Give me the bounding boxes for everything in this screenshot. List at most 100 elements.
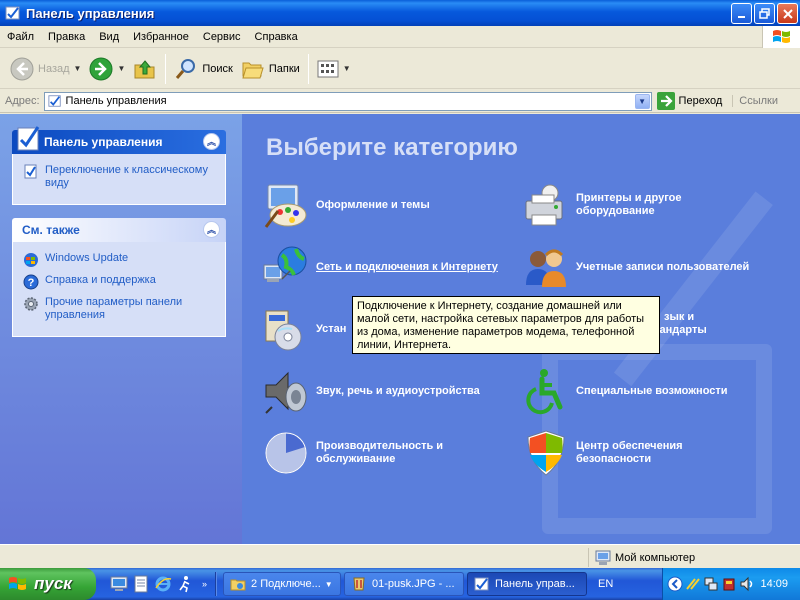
quick-launch-more-icon[interactable]: » (202, 579, 207, 589)
printer-icon (525, 184, 563, 226)
task-pane: Панель управления ︽ Переключение к класс… (0, 114, 242, 544)
task-label: 2 Подключе... (251, 578, 321, 590)
start-button[interactable]: пуск (0, 568, 96, 600)
back-button[interactable]: Назад ▼ (6, 52, 85, 86)
category-user-accounts[interactable]: Учетные записи пользователей (522, 243, 776, 291)
windows-flag-icon (9, 577, 26, 590)
sidebar-item-other-options[interactable]: Прочие параметры панели управления (23, 296, 217, 322)
page-title: Выберите категорию (266, 134, 518, 161)
menu-favorites[interactable]: Избранное (126, 27, 196, 47)
gear-icon (24, 297, 38, 311)
search-label: Поиск (202, 62, 233, 75)
run-icon[interactable] (176, 575, 194, 593)
menu-tools[interactable]: Сервис (196, 27, 248, 47)
task-network-connections[interactable]: 2 Подключе... ▼ (223, 572, 342, 596)
category-performance-maintenance[interactable]: Производительность и обслуживание (262, 429, 506, 477)
sidebar-item-windows-update[interactable]: Windows Update (23, 252, 217, 268)
sidebar-item-help[interactable]: ? Справка и поддержка (23, 274, 217, 290)
control-panel-section-title: Панель управления (44, 135, 163, 149)
chevron-up-icon: ︽ (206, 137, 216, 147)
see-also-section-header[interactable]: См. также ︽ (12, 218, 226, 242)
network-tray-icon[interactable] (685, 576, 701, 592)
accessibility-icon (526, 369, 563, 415)
control-panel-section: Панель управления ︽ Переключение к класс… (12, 126, 226, 205)
collapse-button[interactable]: ︽ (203, 221, 220, 238)
go-label: Переход (678, 95, 723, 107)
control-panel-icon (474, 577, 489, 591)
back-dropdown-icon[interactable]: ▼ (74, 64, 82, 73)
go-button[interactable]: Переход (656, 92, 723, 110)
user-accounts-icon (526, 249, 566, 287)
connection-tray-icon[interactable] (703, 576, 719, 592)
forward-button[interactable]: ▼ (85, 52, 129, 86)
sidebar-item-label: Переключение к классическому виду (45, 164, 208, 189)
classic-view-icon (24, 164, 37, 179)
category-label: Звук, речь и аудиоустройства (316, 384, 480, 397)
desktop-icon[interactable] (110, 575, 128, 593)
control-panel-icon (5, 6, 20, 20)
task-label: 01-pusk.JPG - ... (372, 578, 455, 590)
antivirus-tray-icon[interactable] (721, 576, 737, 592)
control-panel-section-header[interactable]: Панель управления ︽ (12, 126, 226, 154)
close-icon (782, 8, 793, 19)
menu-view[interactable]: Вид (92, 27, 126, 47)
address-dropdown-button[interactable]: ▼ (634, 93, 650, 109)
internet-explorer-icon[interactable] (154, 575, 172, 593)
category-add-remove-programs[interactable]: Устан (262, 305, 356, 353)
status-computer-label: Мой компьютер (615, 551, 696, 564)
task-control-panel[interactable]: Панель управ... (467, 572, 588, 596)
category-security-center[interactable]: Центр обеспечения безопасности (522, 429, 726, 477)
category-label-line1: зык и (664, 311, 695, 323)
category-label: Оформление и темы (316, 198, 430, 211)
volume-tray-icon[interactable] (739, 576, 755, 592)
menu-edit[interactable]: Правка (41, 27, 92, 47)
sidebar-item-classic-view[interactable]: Переключение к классическому виду (23, 164, 217, 190)
network-tooltip: Подключение к Интернету, создание домашн… (352, 296, 660, 354)
task-group-dropdown-icon: ▼ (324, 579, 333, 589)
views-button[interactable]: ▼ (313, 52, 355, 86)
category-appearance-themes[interactable]: Оформление и темы (262, 181, 506, 229)
windows-logo (762, 26, 800, 48)
control-panel-icon (47, 95, 61, 107)
minimize-button[interactable] (731, 3, 752, 24)
toolbar-separator (165, 53, 167, 84)
my-computer-icon (595, 550, 611, 565)
performance-icon (265, 432, 307, 474)
close-button[interactable] (777, 3, 798, 24)
taskbar: пуск » 2 Подключе... ▼ 01-pusk.JPG - ...… (0, 568, 800, 600)
quick-launch: » (110, 575, 207, 593)
system-tray: 14:09 (662, 568, 800, 600)
forward-dropdown-icon[interactable]: ▼ (117, 64, 125, 73)
notepad-icon[interactable] (132, 575, 150, 593)
start-label: пуск (34, 574, 72, 593)
up-folder-button[interactable] (129, 52, 161, 86)
address-input[interactable]: Панель управления ▼ (43, 91, 652, 111)
collapse-button[interactable]: ︽ (203, 133, 220, 150)
category-label: Производительность и обслуживание (316, 440, 444, 465)
back-label: Назад (38, 62, 70, 75)
status-computer-zone: Мой компьютер (588, 548, 792, 567)
see-also-section-body: Windows Update ? Справка и поддержка Про… (12, 242, 226, 337)
menu-file[interactable]: Файл (0, 27, 41, 47)
folders-button[interactable]: Папки (237, 52, 304, 86)
tray-expand-icon[interactable] (667, 576, 683, 592)
category-label: зык и стандарты (648, 311, 800, 337)
category-accessibility[interactable]: Специальные возможности (522, 367, 776, 415)
views-dropdown-icon[interactable]: ▼ (343, 64, 351, 73)
maximize-button[interactable] (754, 3, 775, 24)
category-sound-speech-audio[interactable]: Звук, речь и аудиоустройства (262, 367, 506, 415)
category-printers-hardware[interactable]: Принтеры и другое оборудование (522, 181, 726, 229)
category-network-internet[interactable]: Сеть и подключения к Интернету (262, 243, 506, 291)
search-button[interactable]: Поиск (170, 52, 236, 86)
folders-icon (242, 62, 264, 78)
windows-update-icon (24, 253, 38, 267)
windows-flag-icon (772, 30, 790, 43)
task-paint[interactable]: 01-pusk.JPG - ... (344, 572, 465, 596)
status-bar: Мой компьютер (0, 544, 800, 568)
up-folder-icon (134, 59, 155, 78)
clock[interactable]: 14:09 (760, 578, 788, 590)
menu-help[interactable]: Справка (248, 27, 305, 47)
links-button[interactable]: Ссылки (732, 95, 778, 107)
language-indicator[interactable]: EN (598, 578, 613, 590)
chevron-down-icon: ▼ (638, 96, 646, 106)
